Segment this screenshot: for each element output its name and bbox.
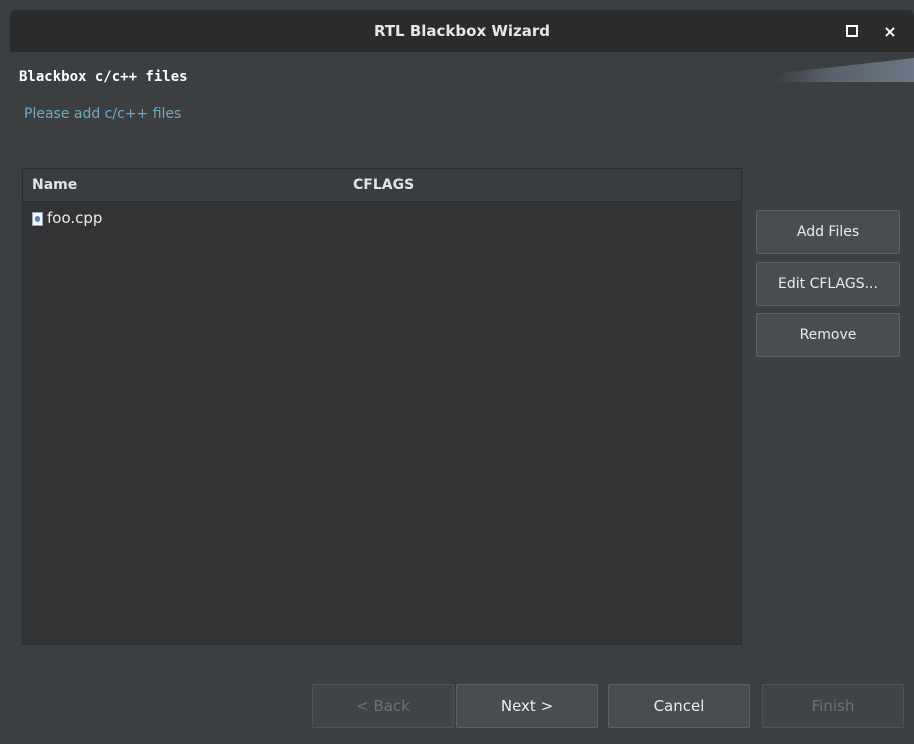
file-name: foo.cpp [47,209,103,227]
maximize-box [846,25,858,37]
window-title: RTL Blackbox Wizard [373,22,551,40]
page-title: Blackbox c/c++ files [19,69,188,85]
finish-button[interactable]: Finish [762,684,904,728]
back-button[interactable]: < Back [312,684,454,728]
add-files-button[interactable]: Add Files [756,210,900,254]
title-bar: RTL Blackbox Wizard × [10,10,914,52]
cancel-button[interactable]: Cancel [608,684,750,728]
wizard-banner-graphic [764,58,914,82]
column-header-cflags[interactable]: CFLAGS [353,177,414,193]
wizard-header: Blackbox c/c++ files Please add c/c++ fi… [10,52,914,150]
page-description: Please add c/c++ files [24,106,182,122]
column-header-name[interactable]: Name [32,177,77,193]
files-table[interactable]: Name CFLAGS foo.cpp [22,168,742,645]
next-button[interactable]: Next > [456,684,598,728]
edit-cflags-button[interactable]: Edit CFLAGS... [756,262,900,306]
table-row[interactable]: foo.cpp [23,208,741,234]
close-icon[interactable]: × [880,21,900,41]
table-header: Name CFLAGS [23,169,741,202]
remove-button[interactable]: Remove [756,313,900,357]
maximize-icon[interactable] [842,21,862,41]
c-source-file-icon [32,212,43,226]
